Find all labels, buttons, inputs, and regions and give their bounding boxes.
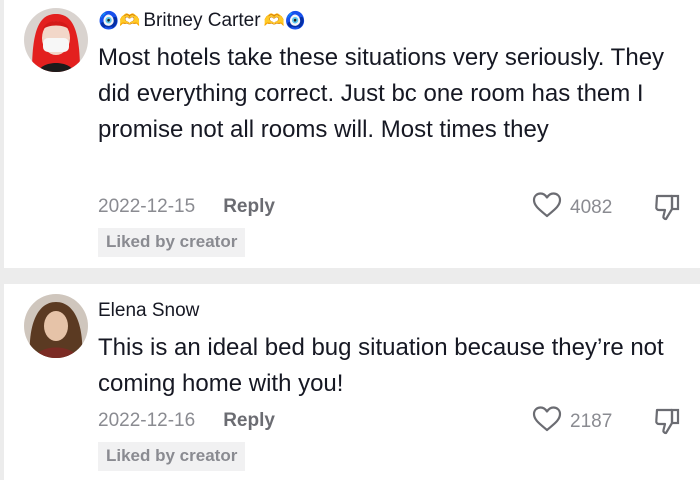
like-count: 2187 (570, 411, 613, 432)
comment-meta: 2022-12-15 Reply (98, 196, 275, 218)
dislike-button[interactable] (652, 192, 682, 227)
comment-date: 2022-12-16 (98, 410, 196, 431)
username-text: Elena Snow (98, 300, 200, 321)
heart-outline-icon (532, 192, 562, 224)
reply-button[interactable]: Reply (223, 410, 275, 432)
like-button[interactable]: 2187 (532, 406, 612, 438)
dislike-button[interactable] (652, 406, 682, 441)
comment-date: 2022-12-15 (98, 196, 196, 217)
like-button[interactable]: 4082 (532, 192, 612, 224)
like-count: 4082 (570, 197, 613, 218)
liked-by-creator-badge: Liked by creator (98, 228, 246, 257)
hamsa-heart-hands-emoji: 🧿🫶 (98, 11, 141, 30)
avatar[interactable] (24, 8, 88, 72)
username[interactable]: Elena Snow (98, 300, 199, 322)
thumbs-down-outline-icon (652, 408, 682, 440)
comment-meta: 2022-12-16 Reply (98, 410, 275, 432)
liked-by-creator-badge: Liked by creator (98, 442, 246, 471)
avatar[interactable] (24, 294, 88, 358)
username-text: Britney Carter (143, 10, 261, 31)
reply-button[interactable]: Reply (223, 196, 275, 218)
comment-item: Elena Snow This is an ideal bed bug situ… (4, 284, 700, 480)
comment-text: This is an ideal bed bug situation becau… (98, 334, 664, 397)
heart-hands-hamsa-emoji: 🫶🧿 (263, 11, 306, 30)
heart-outline-icon (532, 406, 562, 438)
thumbs-down-outline-icon (652, 194, 682, 226)
username[interactable]: 🧿🫶 Britney Carter 🫶🧿 (98, 10, 306, 32)
comment-item: 🧿🫶 Britney Carter 🫶🧿 Most hotels take th… (4, 0, 700, 268)
comment-text: Most hotels take these situations very s… (98, 44, 665, 143)
